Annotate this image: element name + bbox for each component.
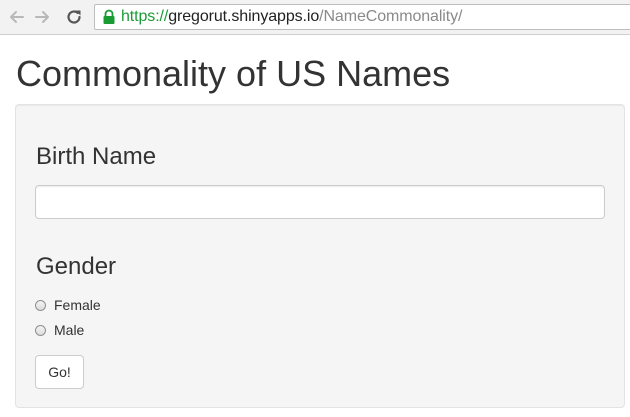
forward-arrow-icon xyxy=(35,11,49,23)
gender-label: Gender xyxy=(36,253,117,280)
lock-icon xyxy=(100,8,118,26)
birth-name-label: Birth Name xyxy=(36,143,157,170)
forward-button[interactable] xyxy=(31,6,53,28)
gender-option-male[interactable]: Male xyxy=(35,322,84,338)
url-text: https://gregorut.shinyapps.io/NameCommon… xyxy=(121,8,462,26)
url-host: gregorut.shinyapps.io xyxy=(168,8,320,25)
gender-option-female[interactable]: Female xyxy=(35,297,101,313)
female-radio[interactable] xyxy=(35,299,46,311)
browser-toolbar: https://gregorut.shinyapps.io/NameCommon… xyxy=(0,0,630,35)
male-radio[interactable] xyxy=(35,324,46,336)
input-panel: Birth Name Gender Female Male Go! xyxy=(15,104,625,408)
female-radio-label: Female xyxy=(54,297,101,313)
url-scheme: https:// xyxy=(121,8,169,25)
page-title: Commonality of US Names xyxy=(16,53,451,94)
birth-name-input[interactable] xyxy=(35,185,605,219)
back-arrow-icon xyxy=(10,11,24,23)
address-bar[interactable]: https://gregorut.shinyapps.io/NameCommon… xyxy=(94,4,630,30)
url-path: /NameCommonality/ xyxy=(319,8,463,25)
reload-icon xyxy=(67,10,81,24)
reload-button[interactable] xyxy=(63,6,85,28)
back-button[interactable] xyxy=(6,6,28,28)
male-radio-label: Male xyxy=(54,322,85,338)
go-button[interactable]: Go! xyxy=(35,355,84,389)
